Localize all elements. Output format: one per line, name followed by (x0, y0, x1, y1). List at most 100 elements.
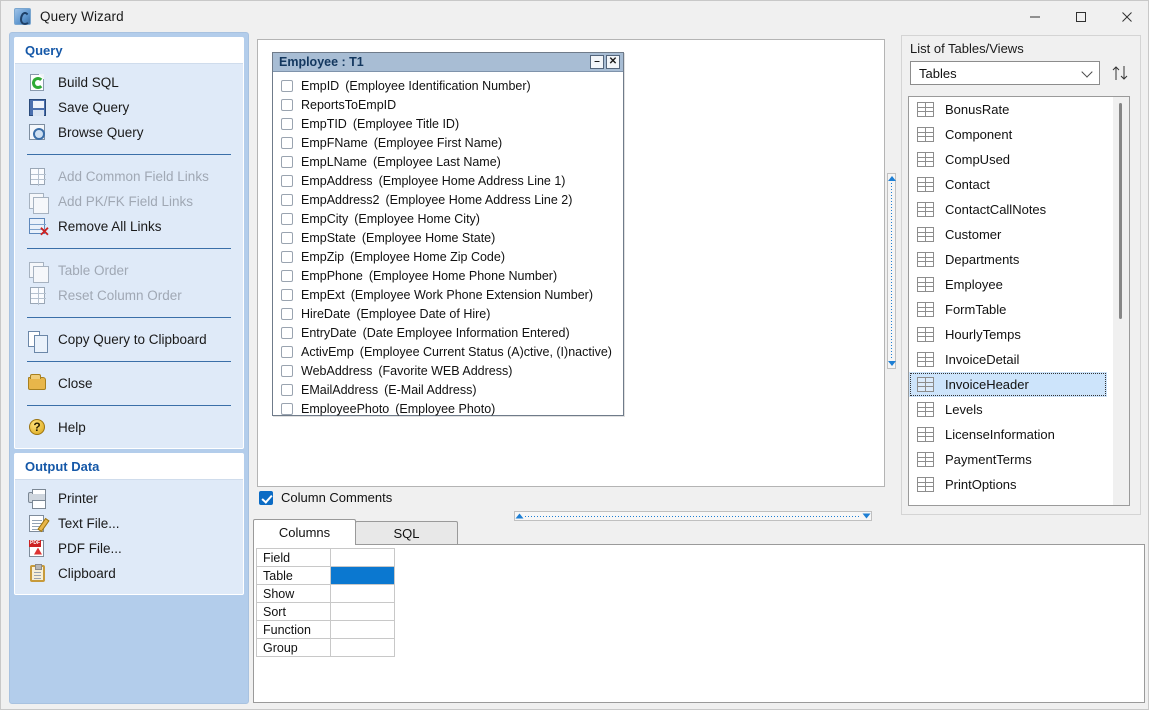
field-checkbox[interactable] (281, 402, 293, 415)
tables-filter-dropdown[interactable]: Tables (910, 61, 1100, 85)
table-field-row[interactable]: EntryDate (Date Employee Information Ente… (273, 323, 623, 342)
grid-cell[interactable] (330, 602, 395, 621)
vertical-splitter[interactable] (887, 173, 896, 369)
grid-cell[interactable] (330, 620, 395, 639)
query-wizard-window: Query Wizard Query Build SQL Save Query … (0, 0, 1149, 710)
field-checkbox[interactable] (281, 212, 293, 225)
close-button[interactable] (1104, 1, 1148, 32)
grid-cell[interactable] (330, 548, 395, 567)
sort-toggle-button[interactable] (1108, 60, 1132, 86)
field-name: EmpExt (301, 287, 345, 302)
tables-listbox[interactable]: BonusRate Component CompUsed Contact Contact… (908, 96, 1130, 506)
tables-views-panel: List of Tables/Views Tables BonusRate Com… (901, 35, 1141, 515)
table-window-employee[interactable]: Employee : T1 – ✕ EmpID (Employee Identif… (272, 52, 624, 416)
list-item[interactable]: HourlyTemps (909, 322, 1129, 347)
table-window-close-button[interactable]: ✕ (606, 55, 620, 69)
table-field-row[interactable]: EmpLName (Employee Last Name) (273, 152, 623, 171)
list-item[interactable]: ContactCallNotes (909, 197, 1129, 222)
field-checkbox[interactable] (281, 383, 293, 396)
sidebar-item-browse-query[interactable]: Browse Query (15, 120, 243, 145)
table-field-row[interactable]: EmpTID (Employee Title ID) (273, 114, 623, 133)
list-item[interactable]: Component (909, 122, 1129, 147)
window-controls (1012, 1, 1148, 32)
list-item[interactable]: LicenseInformation (909, 422, 1129, 447)
field-checkbox[interactable] (281, 288, 293, 301)
list-item[interactable]: InvoiceHeader (909, 372, 1107, 397)
sidebar-item-help[interactable]: ? Help (15, 415, 243, 440)
table-field-row[interactable]: EmpExt (Employee Work Phone Extension Num… (273, 285, 623, 304)
field-checkbox[interactable] (281, 117, 293, 130)
query-design-surface[interactable]: Employee : T1 – ✕ EmpID (Employee Identif… (257, 39, 885, 487)
field-checkbox[interactable] (281, 345, 293, 358)
table-field-row[interactable]: EmpCity (Employee Home City) (273, 209, 623, 228)
field-checkbox[interactable] (281, 79, 293, 92)
table-field-row[interactable]: EmpState (Employee Home State) (273, 228, 623, 247)
tab-sql[interactable]: SQL (355, 521, 458, 545)
sidebar-item-text-file[interactable]: Text File... (15, 511, 243, 536)
app-icon (14, 8, 31, 25)
field-checkbox[interactable] (281, 364, 293, 377)
tab-columns[interactable]: Columns (253, 519, 356, 545)
grid-cell[interactable] (330, 638, 395, 657)
list-item[interactable]: CompUsed (909, 147, 1129, 172)
sidebar-item-build-sql[interactable]: Build SQL (15, 70, 243, 95)
field-checkbox[interactable] (281, 174, 293, 187)
table-field-row[interactable]: EmpPhone (Employee Home Phone Number) (273, 266, 623, 285)
table-icon (917, 477, 934, 492)
table-field-row[interactable]: WebAddress (Favorite WEB Address) (273, 361, 623, 380)
sidebar-item-clipboard[interactable]: Clipboard (15, 561, 243, 586)
sidebar-divider (27, 248, 231, 249)
field-checkbox[interactable] (281, 136, 293, 149)
list-item[interactable]: Customer (909, 222, 1129, 247)
table-field-row[interactable]: EmpFName (Employee First Name) (273, 133, 623, 152)
list-item[interactable]: FormTable (909, 297, 1129, 322)
sidebar-item-copy-query-to-clipboard[interactable]: Copy Query to Clipboard (15, 327, 243, 353)
list-item[interactable]: InvoiceDetail (909, 347, 1129, 372)
field-checkbox[interactable] (281, 326, 293, 339)
sidebar-item-save-query[interactable]: Save Query (15, 95, 243, 120)
minimize-button[interactable] (1012, 1, 1058, 32)
horizontal-splitter[interactable] (514, 511, 872, 521)
table-window-title-bar[interactable]: Employee : T1 – ✕ (273, 53, 623, 72)
list-item[interactable]: Departments (909, 247, 1129, 272)
table-field-row[interactable]: EmpID (Employee Identification Number) (273, 76, 623, 95)
table-field-row[interactable]: ReportsToEmpID (273, 95, 623, 114)
field-description: (Employee Home Phone Number) (368, 268, 558, 283)
sidebar-item-pdf-file[interactable]: PDF File... (15, 536, 243, 561)
field-checkbox[interactable] (281, 193, 293, 206)
sidebar-item-remove-all-links[interactable]: ✕ Remove All Links (15, 214, 243, 239)
field-checkbox[interactable] (281, 231, 293, 244)
field-checkbox[interactable] (281, 269, 293, 282)
list-item[interactable]: Employee (909, 272, 1129, 297)
table-field-row[interactable]: ActivEmp (Employee Current Status (A)ctiv… (273, 342, 623, 361)
field-checkbox[interactable] (281, 250, 293, 263)
field-checkbox[interactable] (281, 98, 293, 111)
tables-list-scrollbar[interactable] (1113, 97, 1129, 505)
maximize-button[interactable] (1058, 1, 1104, 32)
list-item[interactable]: BonusRate (909, 97, 1129, 122)
field-name: ActivEmp (301, 344, 354, 359)
column-comments-checkbox[interactable]: Column Comments (259, 490, 392, 505)
table-field-row[interactable]: EmployeePhoto (Employee Photo) (273, 399, 623, 418)
table-field-row[interactable]: HireDate (Employee Date of Hire) (273, 304, 623, 323)
list-item[interactable]: PaymentTerms (909, 447, 1129, 472)
list-item[interactable]: PrintOptions (909, 472, 1129, 497)
grid-cell[interactable] (330, 584, 395, 603)
list-item[interactable]: Levels (909, 397, 1129, 422)
table-window-minimize-button[interactable]: – (590, 55, 604, 69)
field-name: EmpState (301, 230, 356, 245)
grid-cell[interactable] (330, 566, 395, 585)
table-field-row[interactable]: EMailAddress (E-Mail Address) (273, 380, 623, 399)
query-columns-grid[interactable]: Field Table Show Sort Function Group (256, 548, 395, 657)
table-icon (917, 202, 934, 217)
table-field-row[interactable]: EmpAddress2 (Employee Home Address Line 2… (273, 190, 623, 209)
scrollbar-thumb[interactable] (1119, 103, 1122, 319)
field-checkbox[interactable] (281, 155, 293, 168)
table-field-row[interactable]: EmpAddress (Employee Home Address Line 1) (273, 171, 623, 190)
list-item[interactable]: Contact (909, 172, 1129, 197)
field-checkbox[interactable] (281, 307, 293, 320)
field-name: EmployeePhoto (301, 401, 390, 416)
sidebar-item-close[interactable]: Close (15, 371, 243, 396)
table-field-row[interactable]: EmpZip (Employee Home Zip Code) (273, 247, 623, 266)
sidebar-item-printer[interactable]: Printer (15, 486, 243, 511)
